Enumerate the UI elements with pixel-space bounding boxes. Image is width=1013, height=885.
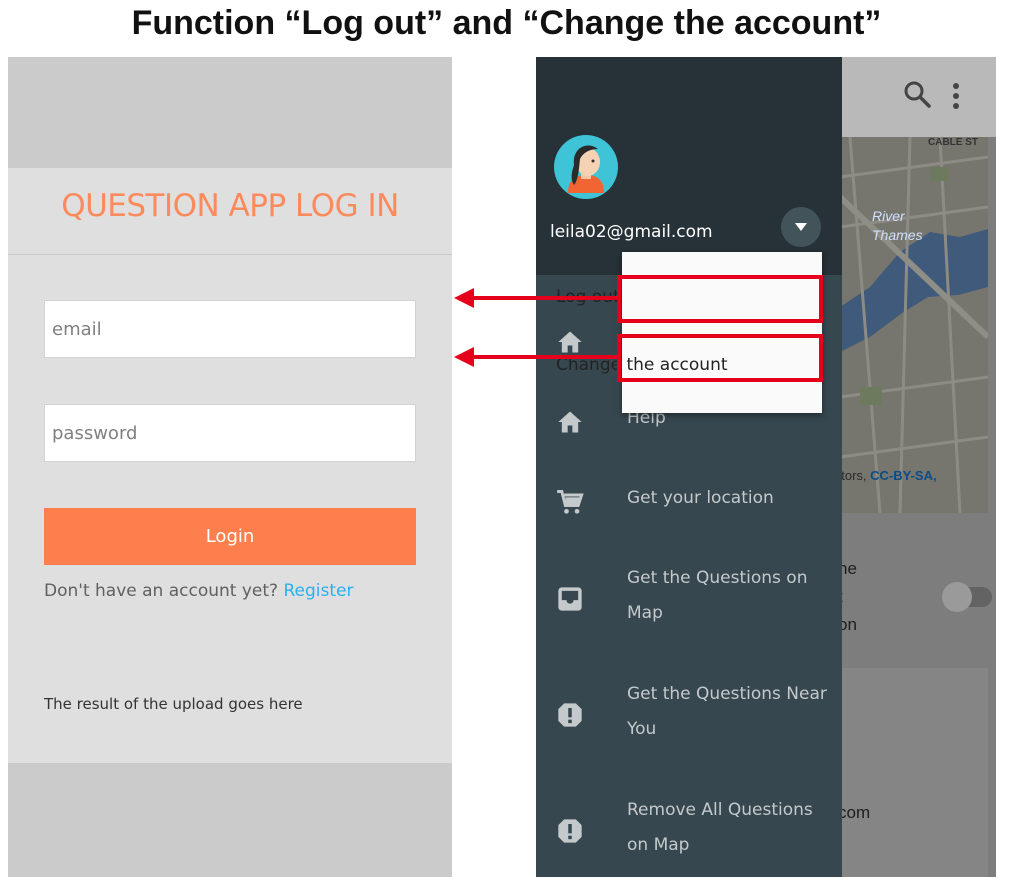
annotation-arrows: [454, 288, 618, 367]
arrow-to-login: [454, 347, 618, 367]
arrow-to-login: [454, 288, 618, 308]
